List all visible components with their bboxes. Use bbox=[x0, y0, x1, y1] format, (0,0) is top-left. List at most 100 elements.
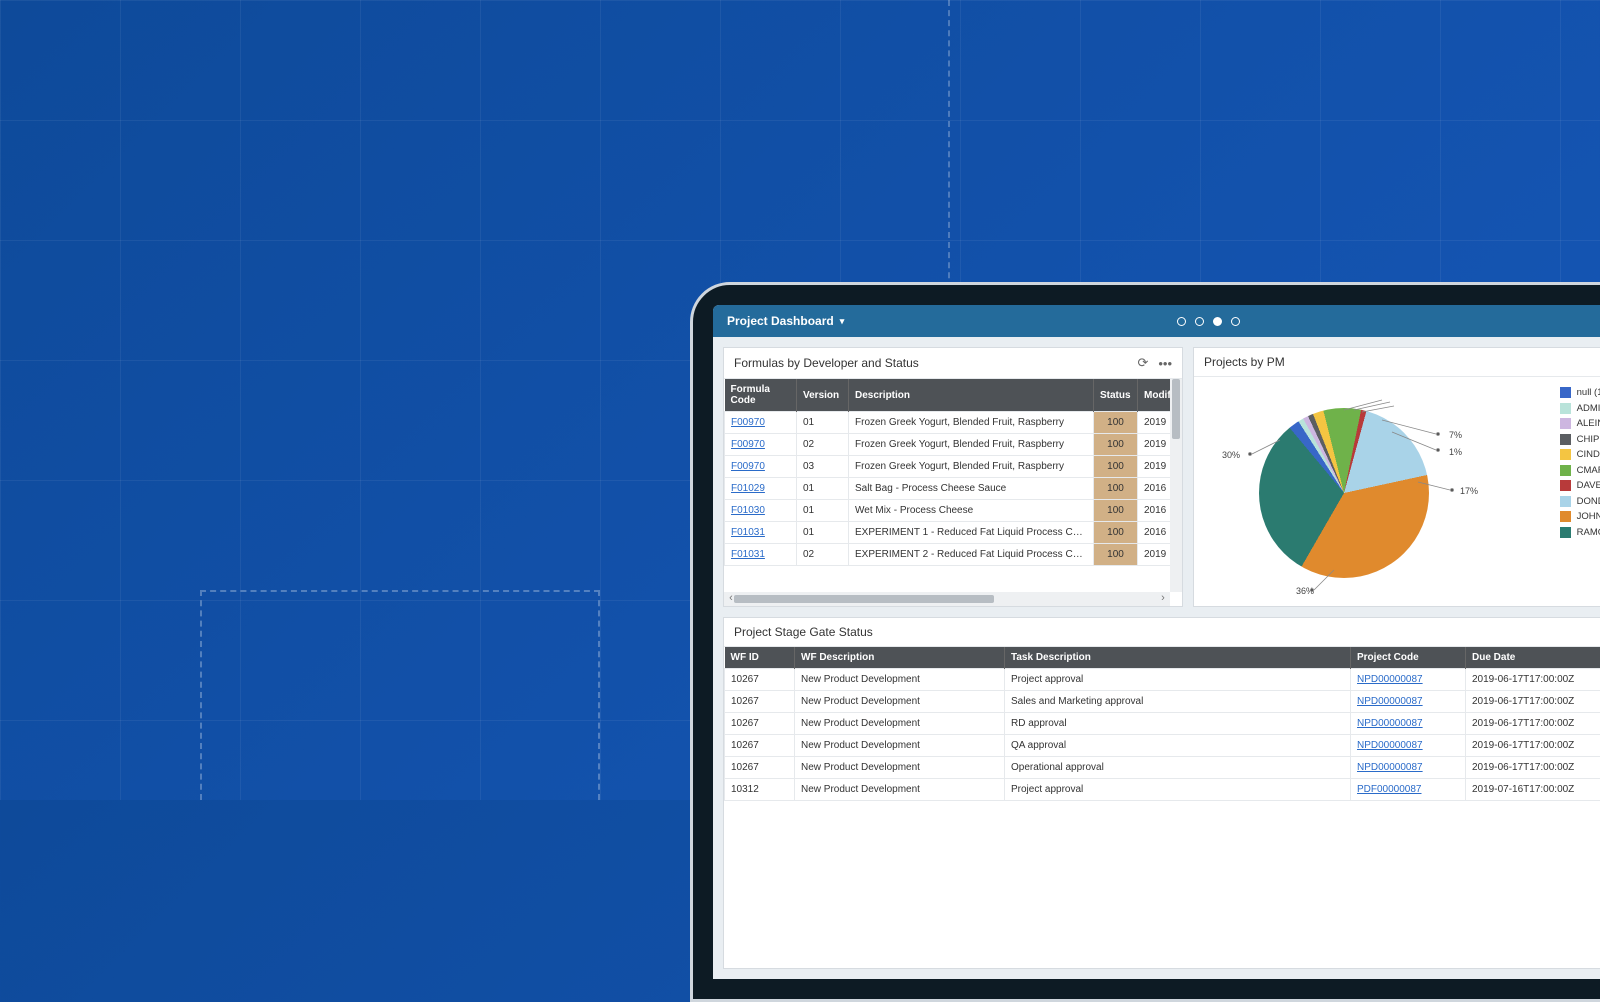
project-code-link[interactable]: NPD00000087 bbox=[1357, 696, 1423, 707]
page-indicator[interactable] bbox=[1177, 317, 1240, 326]
formula-code-link[interactable]: F00970 bbox=[731, 439, 765, 450]
table-row: F0097003Frozen Greek Yogurt, Blended Fru… bbox=[725, 456, 1182, 478]
cell-task: Project approval bbox=[1005, 669, 1351, 691]
dashboard-selector[interactable]: Project Dashboard ▾ bbox=[727, 314, 844, 328]
formula-code-link[interactable]: F01031 bbox=[731, 527, 765, 538]
pager-dot[interactable] bbox=[1177, 317, 1186, 326]
project-code-link[interactable]: NPD00000087 bbox=[1357, 762, 1423, 773]
table-row: 10267New Product DevelopmentProject appr… bbox=[725, 669, 1600, 691]
legend-label: ADMIN bbox=[1577, 403, 1600, 414]
column-header[interactable]: Formula Code bbox=[725, 379, 797, 412]
legend-item[interactable]: CHIP ( bbox=[1560, 434, 1600, 445]
column-header[interactable]: Task Description bbox=[1005, 647, 1351, 669]
project-code-link[interactable]: PDF00000087 bbox=[1357, 784, 1422, 795]
legend-label: RAMON bbox=[1577, 527, 1600, 538]
table-row: 10267New Product DevelopmentQA approvalN… bbox=[725, 735, 1600, 757]
cell-version: 02 bbox=[797, 434, 849, 456]
panel-title: Project Stage Gate Status bbox=[734, 625, 873, 639]
refresh-icon[interactable]: ⟳ bbox=[1137, 355, 1148, 371]
cell-wfdesc: New Product Development bbox=[795, 735, 1005, 757]
cell-version: 02 bbox=[797, 544, 849, 566]
table-row: F0103101EXPERIMENT 1 - Reduced Fat Liqui… bbox=[725, 522, 1182, 544]
legend-label: CINDIC bbox=[1577, 449, 1600, 460]
project-code-link[interactable]: NPD00000087 bbox=[1357, 674, 1423, 685]
column-header[interactable]: Description bbox=[849, 379, 1094, 412]
pie-callout: 17% bbox=[1460, 486, 1478, 496]
legend-item[interactable]: DAVE ( bbox=[1560, 480, 1600, 491]
legend-label: null (1) bbox=[1577, 387, 1600, 398]
cell-version: 03 bbox=[797, 456, 849, 478]
legend-swatch bbox=[1560, 511, 1571, 522]
horizontal-scrollbar[interactable] bbox=[724, 592, 1170, 606]
legend-item[interactable]: CMARA bbox=[1560, 465, 1600, 476]
cell-description: Frozen Greek Yogurt, Blended Fruit, Rasp… bbox=[849, 434, 1094, 456]
column-header[interactable]: Due Date bbox=[1466, 647, 1600, 669]
cell-status: 100 bbox=[1094, 522, 1138, 544]
cell-wfid: 10267 bbox=[725, 669, 795, 691]
pie-chart[interactable] bbox=[1259, 408, 1429, 578]
legend-label: DONDF bbox=[1577, 496, 1600, 507]
formula-code-link[interactable]: F01031 bbox=[731, 549, 765, 560]
pager-dot[interactable] bbox=[1195, 317, 1204, 326]
cell-version: 01 bbox=[797, 412, 849, 434]
stage-gate-panel: Project Stage Gate Status WF IDWF Descri… bbox=[723, 617, 1600, 969]
table-row: 10267New Product DevelopmentOperational … bbox=[725, 757, 1600, 779]
formula-code-link[interactable]: F00970 bbox=[731, 417, 765, 428]
cell-wfdesc: New Product Development bbox=[795, 691, 1005, 713]
cell-wfid: 10267 bbox=[725, 757, 795, 779]
cell-description: EXPERIMENT 1 - Reduced Fat Liquid Proces… bbox=[849, 522, 1094, 544]
project-code-link[interactable]: NPD00000087 bbox=[1357, 718, 1423, 729]
formula-code-link[interactable]: F01029 bbox=[731, 483, 765, 494]
column-header[interactable]: Version bbox=[797, 379, 849, 412]
legend-swatch bbox=[1560, 403, 1571, 414]
cell-due-date: 2019-06-17T17:00:00Z bbox=[1466, 757, 1600, 779]
legend-item[interactable]: RAMON bbox=[1560, 527, 1600, 538]
legend-item[interactable]: CINDIC bbox=[1560, 449, 1600, 460]
pager-dot-active[interactable] bbox=[1213, 317, 1222, 326]
formula-code-link[interactable]: F01030 bbox=[731, 505, 765, 516]
pie-callout: 1% bbox=[1449, 447, 1462, 457]
legend-item[interactable]: null (1) bbox=[1560, 387, 1600, 398]
cell-description: Salt Bag - Process Cheese Sauce bbox=[849, 478, 1094, 500]
cell-wfid: 10312 bbox=[725, 779, 795, 801]
cell-status: 100 bbox=[1094, 434, 1138, 456]
project-code-link[interactable]: NPD00000087 bbox=[1357, 740, 1423, 751]
formulas-table: Formula CodeVersionDescriptionStatusModi… bbox=[724, 379, 1182, 566]
stage-gate-table: WF IDWF DescriptionTask DescriptionProje… bbox=[724, 647, 1600, 801]
legend-item[interactable]: ADMIN bbox=[1560, 403, 1600, 414]
more-icon[interactable]: ••• bbox=[1158, 356, 1172, 371]
table-row: 10267New Product DevelopmentSales and Ma… bbox=[725, 691, 1600, 713]
cell-task: Operational approval bbox=[1005, 757, 1351, 779]
pie-callout: 36% bbox=[1296, 586, 1314, 596]
column-header[interactable]: WF Description bbox=[795, 647, 1005, 669]
table-row: 10312New Product DevelopmentProject appr… bbox=[725, 779, 1600, 801]
legend-swatch bbox=[1560, 387, 1571, 398]
cell-status: 100 bbox=[1094, 412, 1138, 434]
table-row: F0103102EXPERIMENT 2 - Reduced Fat Liqui… bbox=[725, 544, 1182, 566]
cell-description: Wet Mix - Process Cheese bbox=[849, 500, 1094, 522]
cell-task: Sales and Marketing approval bbox=[1005, 691, 1351, 713]
column-header[interactable]: WF ID bbox=[725, 647, 795, 669]
app-titlebar: Project Dashboard ▾ bbox=[713, 305, 1600, 337]
legend-label: CMARA bbox=[1577, 465, 1600, 476]
legend-swatch bbox=[1560, 465, 1571, 476]
formula-code-link[interactable]: F00970 bbox=[731, 461, 765, 472]
column-header[interactable]: Project Code bbox=[1351, 647, 1466, 669]
app-screen: Project Dashboard ▾ Formulas by Develope… bbox=[713, 305, 1600, 979]
table-row: F0102901Salt Bag - Process Cheese Sauce1… bbox=[725, 478, 1182, 500]
legend-item[interactable]: DONDF bbox=[1560, 496, 1600, 507]
legend-label: JOHNN bbox=[1577, 511, 1600, 522]
cell-description: Frozen Greek Yogurt, Blended Fruit, Rasp… bbox=[849, 412, 1094, 434]
legend-item[interactable]: JOHNN bbox=[1560, 511, 1600, 522]
panel-title: Projects by PM bbox=[1204, 355, 1285, 369]
column-header[interactable]: Status bbox=[1094, 379, 1138, 412]
pie-callout: 30% bbox=[1222, 450, 1240, 460]
cell-wfdesc: New Product Development bbox=[795, 757, 1005, 779]
cell-wfdesc: New Product Development bbox=[795, 713, 1005, 735]
vertical-scrollbar[interactable] bbox=[1170, 379, 1182, 592]
table-row: F0103001Wet Mix - Process Cheese1002016 bbox=[725, 500, 1182, 522]
pager-dot[interactable] bbox=[1231, 317, 1240, 326]
legend-item[interactable]: ALEINS bbox=[1560, 418, 1600, 429]
tablet-frame: Project Dashboard ▾ Formulas by Develope… bbox=[690, 282, 1600, 1002]
caret-down-icon: ▾ bbox=[840, 316, 845, 327]
